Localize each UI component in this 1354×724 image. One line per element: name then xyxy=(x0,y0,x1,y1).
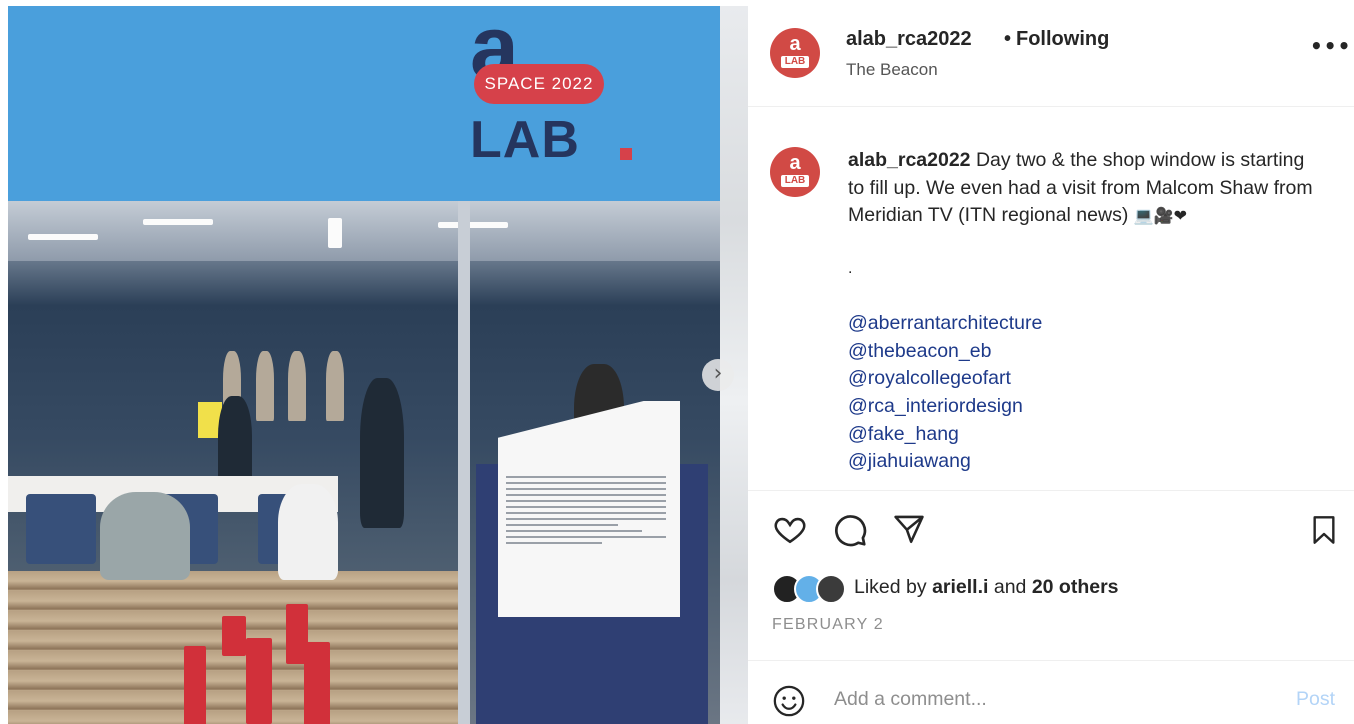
window-frame xyxy=(458,201,470,724)
avatar-letter: a xyxy=(789,152,801,174)
post-button[interactable]: Post xyxy=(1296,688,1335,711)
person-silhouette xyxy=(360,378,404,528)
avatar[interactable]: a LAB xyxy=(770,147,820,197)
sculpture xyxy=(278,484,338,580)
mention-link[interactable]: @rca_interiordesign xyxy=(848,393,1042,421)
caption-bullet: . xyxy=(848,260,853,277)
mannequin xyxy=(256,351,274,421)
storefront-sign xyxy=(8,6,720,201)
red-installation xyxy=(184,646,206,724)
ceiling-light xyxy=(28,234,98,240)
ceiling-light xyxy=(328,218,342,248)
emoji-icon[interactable] xyxy=(772,684,806,718)
liked-by-avatars[interactable] xyxy=(772,574,848,604)
post-side-panel: a LAB alab_rca2022 • Following The Beaco… xyxy=(748,6,1354,724)
chair xyxy=(26,494,96,564)
mannequin xyxy=(288,351,306,421)
red-installation xyxy=(304,642,330,724)
caption-username[interactable]: alab_rca2022 xyxy=(848,149,971,171)
mention-link[interactable]: @royalcollegeofart xyxy=(848,365,1042,393)
post-date: FEBRUARY 2 xyxy=(772,616,884,633)
mention-link[interactable]: @jiahuiawang xyxy=(848,448,1042,476)
avatar[interactable]: a LAB xyxy=(770,28,820,78)
mention-list: @aberrantarchitecture @thebeacon_eb @roy… xyxy=(848,310,1042,476)
sign-lab-text: LAB xyxy=(470,111,580,169)
bookmark-icon[interactable] xyxy=(1308,512,1340,548)
header-separator: • xyxy=(1004,28,1012,50)
instagram-post-view: a SPACE 2022 LAB › a LAB alab_rca2022 • … xyxy=(0,0,1354,724)
mannequin xyxy=(326,351,344,421)
avatar-label: LAB xyxy=(781,175,809,187)
following-button[interactable]: Following xyxy=(1016,28,1109,51)
red-installation xyxy=(246,638,272,724)
liked-by-connector: and xyxy=(993,576,1027,598)
info-card-text xyxy=(506,472,666,548)
sign-space-badge: SPACE 2022 xyxy=(474,64,604,104)
mention-link[interactable]: @thebeacon_eb xyxy=(848,338,1042,366)
heart-icon[interactable] xyxy=(772,512,808,546)
post-location[interactable]: The Beacon xyxy=(846,60,938,80)
post-caption: alab_rca2022 Day two & the shop window i… xyxy=(848,147,1318,230)
ceiling-light xyxy=(143,219,213,225)
divider xyxy=(748,106,1354,107)
header-username[interactable]: alab_rca2022 xyxy=(846,28,972,51)
avatar xyxy=(816,574,846,604)
liked-by-others[interactable]: 20 others xyxy=(1032,576,1119,598)
divider xyxy=(748,660,1354,661)
mall-ceiling xyxy=(8,201,720,261)
post-photo[interactable]: a SPACE 2022 LAB › xyxy=(8,6,748,724)
ceiling-light xyxy=(438,222,508,228)
share-icon[interactable] xyxy=(892,512,926,546)
next-arrow-icon[interactable]: › xyxy=(702,359,734,391)
comment-input[interactable]: Add a comment... xyxy=(834,688,987,711)
liked-by-prefix: Liked by xyxy=(854,576,927,598)
divider xyxy=(748,490,1354,491)
sign-red-dot xyxy=(620,148,632,160)
more-icon[interactable]: ••• xyxy=(1310,34,1351,58)
avatar-letter: a xyxy=(789,33,801,55)
sculpture xyxy=(100,492,190,580)
liked-by-text[interactable]: Liked by ariell.i and 20 others xyxy=(854,576,1119,599)
comment-icon[interactable] xyxy=(832,512,868,548)
avatar-label: LAB xyxy=(781,56,809,68)
caption-emojis: 💻🎥❤ xyxy=(1133,206,1187,225)
red-installation xyxy=(222,616,246,656)
mention-link[interactable]: @aberrantarchitecture xyxy=(848,310,1042,338)
liked-by-user[interactable]: ariell.i xyxy=(932,576,988,598)
mention-link[interactable]: @fake_hang xyxy=(848,421,1042,449)
